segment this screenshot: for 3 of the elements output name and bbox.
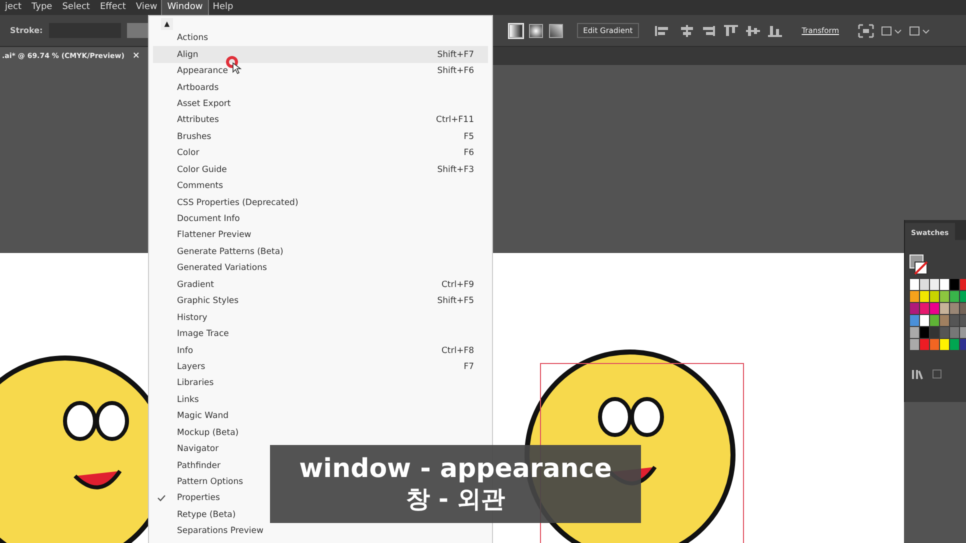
caption-text: window - appearance (299, 454, 612, 484)
caption-text: 창 - 외관 (406, 484, 505, 514)
stroke-label: Stroke: (10, 26, 43, 35)
